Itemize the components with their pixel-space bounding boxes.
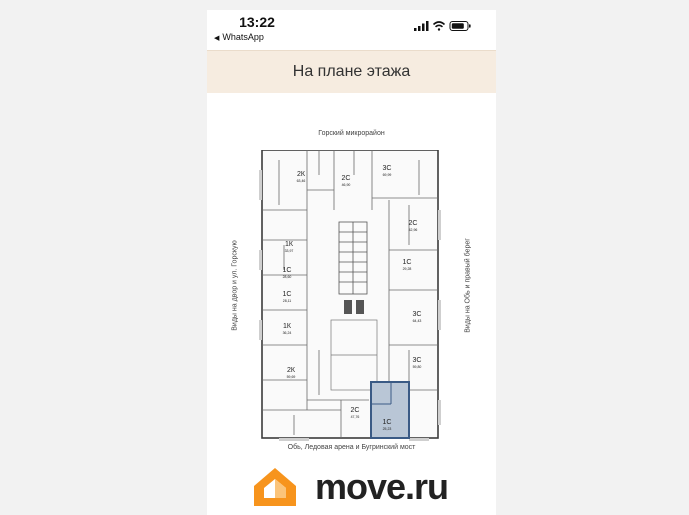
room-name: 3С [413, 357, 422, 364]
plan-top-label: Горский микрорайон [318, 130, 385, 137]
room-area: 47,76 [351, 415, 360, 419]
room-name: 1С [283, 291, 292, 298]
back-app-label: WhatsApp [222, 32, 264, 42]
page-title: На плане этажа [292, 63, 411, 80]
floor-plan-drawing: 2К 63,46 2С 46,90 3С 69,99 2С 42,96 1К 3… [259, 150, 441, 441]
room-area: 36,24 [283, 331, 292, 335]
room-area: 59,80 [413, 365, 422, 369]
room-area: 33,97 [285, 249, 294, 253]
room-area: 42,96 [409, 228, 418, 232]
house-logo-icon [254, 468, 296, 506]
room-name: 1К [283, 323, 292, 330]
plan-bottom-label: Обь, Ледовая арена и Бугринский мост [287, 444, 416, 451]
room-name: 2К [297, 171, 306, 178]
status-bar: 13:22 ◀ WhatsApp [207, 10, 496, 48]
plan-left-label: Виды на двор и ул. Горскую [231, 240, 239, 331]
page-header: На плане этажа [207, 50, 496, 93]
room-area: 28,11 [283, 299, 292, 303]
room-name: 2К [287, 367, 296, 374]
room-name: 2С [342, 175, 351, 182]
phone-screen: 13:22 ◀ WhatsApp На плане этажа Горский … [207, 10, 496, 515]
room-area: 29,28 [403, 267, 412, 271]
wifi-icon [432, 21, 446, 31]
room-name: 3С [413, 311, 422, 318]
room-area: 46,90 [342, 183, 351, 187]
floor-plan-image[interactable]: Горский микрорайон Виды на двор и ул. Го… [207, 92, 496, 472]
room-area: 59,69 [287, 375, 296, 379]
logo-text: move.ru [315, 466, 449, 507]
room-name: 2С [409, 220, 418, 227]
room-name: 1С [283, 267, 292, 274]
room-area: 69,99 [383, 173, 392, 177]
status-time: 13:22 [239, 14, 275, 30]
room-name: 1К [285, 241, 294, 248]
back-arrow-icon: ◀ [214, 35, 220, 42]
room-name: 2С [351, 407, 360, 414]
back-to-app-link[interactable]: ◀ WhatsApp [214, 32, 264, 42]
status-icons [414, 21, 471, 31]
plan-right-label: Виды на Обь и правый берег [464, 238, 472, 333]
room-name: 1С [383, 419, 392, 426]
move-ru-logo: move.ru [252, 464, 492, 510]
room-name: 1С [403, 259, 412, 266]
signal-icon [414, 21, 429, 31]
room-area: 63,46 [297, 179, 306, 183]
room-area: 64,43 [413, 319, 422, 323]
room-area: 25,23 [383, 427, 392, 431]
room-area: 28,60 [283, 275, 292, 279]
battery-icon [449, 21, 471, 31]
room-name: 3С [383, 165, 392, 172]
